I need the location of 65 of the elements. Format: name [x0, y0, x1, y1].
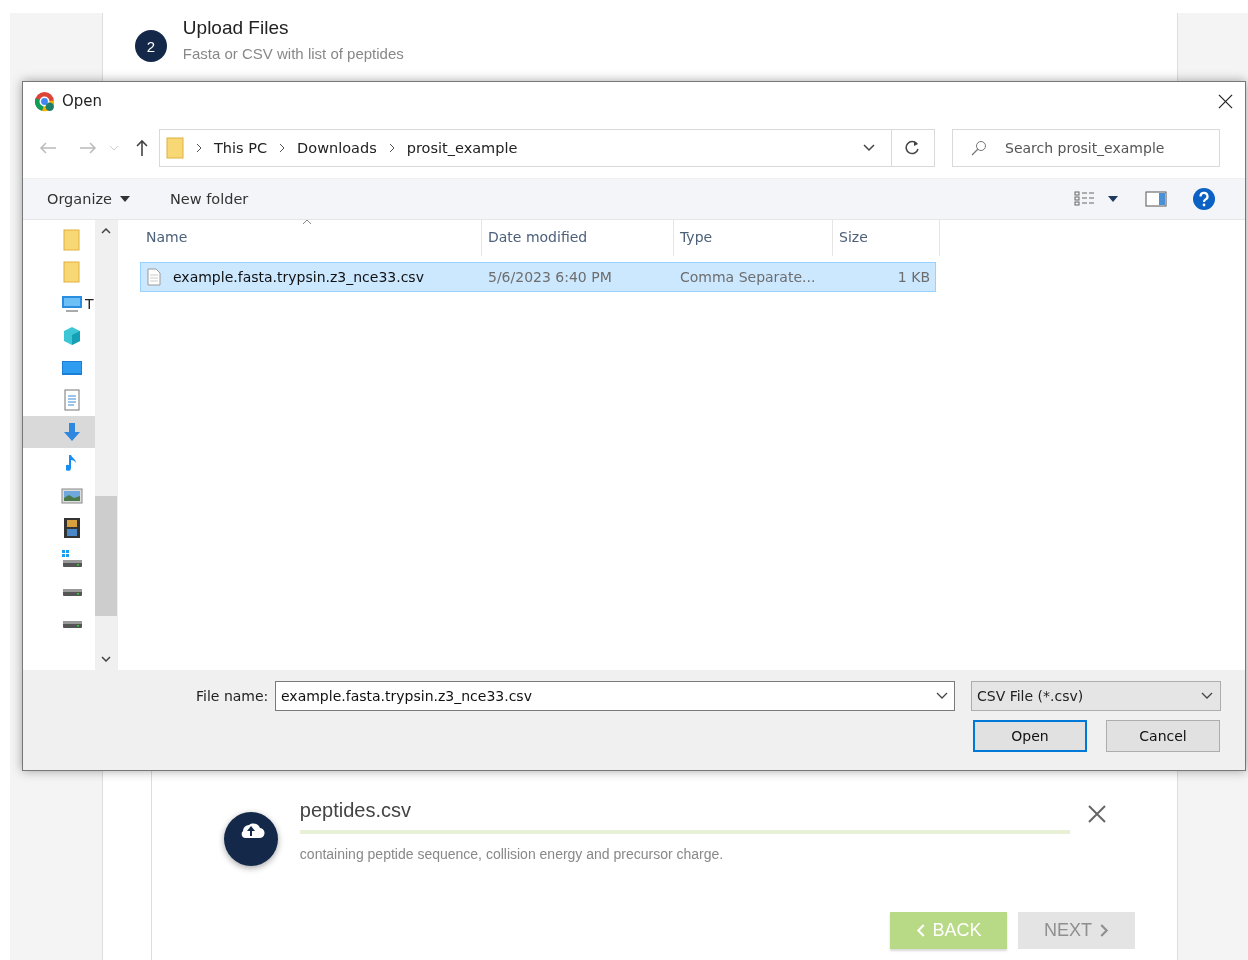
caret-icon[interactable] [1108, 196, 1118, 202]
caret-icon[interactable] [936, 692, 948, 700]
new-folder-button[interactable]: New folder [169, 191, 249, 207]
column-header[interactable]: Name [140, 220, 482, 256]
organize-menu[interactable]: Organize [47, 191, 112, 207]
file-name-label: File name: [196, 688, 270, 704]
computer-icon [61, 293, 83, 315]
column-header[interactable]: Size [833, 220, 940, 256]
step-subtitle: Fasta or CSV with list of peptides [182, 45, 404, 62]
caret-icon[interactable] [863, 144, 875, 152]
scroll-up-icon[interactable] [101, 228, 112, 234]
breadcrumb-item[interactable]: This PC [214, 140, 268, 156]
upload-icon[interactable] [223, 812, 278, 866]
file-name: peptides.csv [299, 799, 412, 822]
image-icon [61, 485, 83, 507]
scrollbar[interactable] [95, 220, 117, 670]
chevron-icon [915, 924, 925, 937]
folder-icon [61, 229, 83, 251]
breadcrumb-item[interactable]: prosit_example [406, 140, 518, 156]
folder-icon [61, 261, 83, 283]
step-number: 2 [134, 30, 167, 62]
file-row[interactable]: example.fasta.trypsin.z3_nce33.csv 5/6/2023 6:40 PM Comma Separate... 1 KB [140, 262, 936, 292]
cancel-button[interactable]: Cancel [1106, 720, 1220, 752]
open-button[interactable]: Open [973, 720, 1087, 752]
scroll-down-icon[interactable] [101, 656, 112, 662]
down-arrow-icon [61, 421, 83, 443]
search-icon [971, 140, 987, 156]
column-header[interactable]: Date modified [482, 220, 674, 256]
app-icon [34, 90, 55, 112]
chevron-icon[interactable] [388, 143, 395, 153]
close-icon[interactable] [1218, 93, 1233, 109]
nav-label: T [85, 296, 94, 312]
drive-icon [61, 619, 83, 629]
file-name: example.fasta.trypsin.z3_nce33.csv [173, 269, 424, 285]
file-type-dropdown[interactable]: CSV File (*.csv) [971, 681, 1221, 711]
folder-icon [166, 137, 184, 159]
column-header[interactable]: Type [674, 220, 833, 256]
up-icon[interactable] [135, 139, 149, 157]
drive-icon [61, 587, 83, 597]
refresh-icon[interactable] [905, 140, 921, 156]
step-title: Upload Files [182, 17, 290, 39]
file-name-field[interactable]: example.fasta.trypsin.z3_nce33.csv [275, 681, 955, 711]
music-note-icon [66, 454, 78, 474]
chevron-icon[interactable] [196, 143, 202, 153]
document-icon [61, 389, 83, 411]
help-icon[interactable] [1193, 188, 1215, 210]
cube-icon [61, 325, 83, 347]
address-bar[interactable]: This PC Downloads prosit_example [159, 129, 935, 167]
film-icon [61, 517, 83, 539]
file-icon [147, 268, 161, 286]
preview-pane-icon[interactable] [1145, 191, 1167, 207]
dialog-title: Open [62, 92, 103, 110]
file-description: containing peptide sequence, collision energy and precursor charge. [299, 846, 725, 862]
breadcrumb-item[interactable]: Downloads [297, 140, 377, 156]
search-field[interactable]: Search prosit_example [952, 129, 1220, 167]
type-cell-text: Comma Separate... [679, 269, 817, 285]
nav-item[interactable]: T [23, 288, 96, 320]
caret-icon[interactable] [119, 196, 130, 202]
size-cell-text: 1 KB [896, 269, 931, 285]
chevron-icon [1100, 924, 1110, 937]
date-cell-text: 5/6/2023 6:40 PM [487, 269, 613, 285]
chevron-icon[interactable] [279, 143, 286, 153]
sort-icon [302, 219, 312, 225]
caret-icon[interactable] [1201, 692, 1213, 700]
view-icon[interactable] [1074, 191, 1096, 207]
